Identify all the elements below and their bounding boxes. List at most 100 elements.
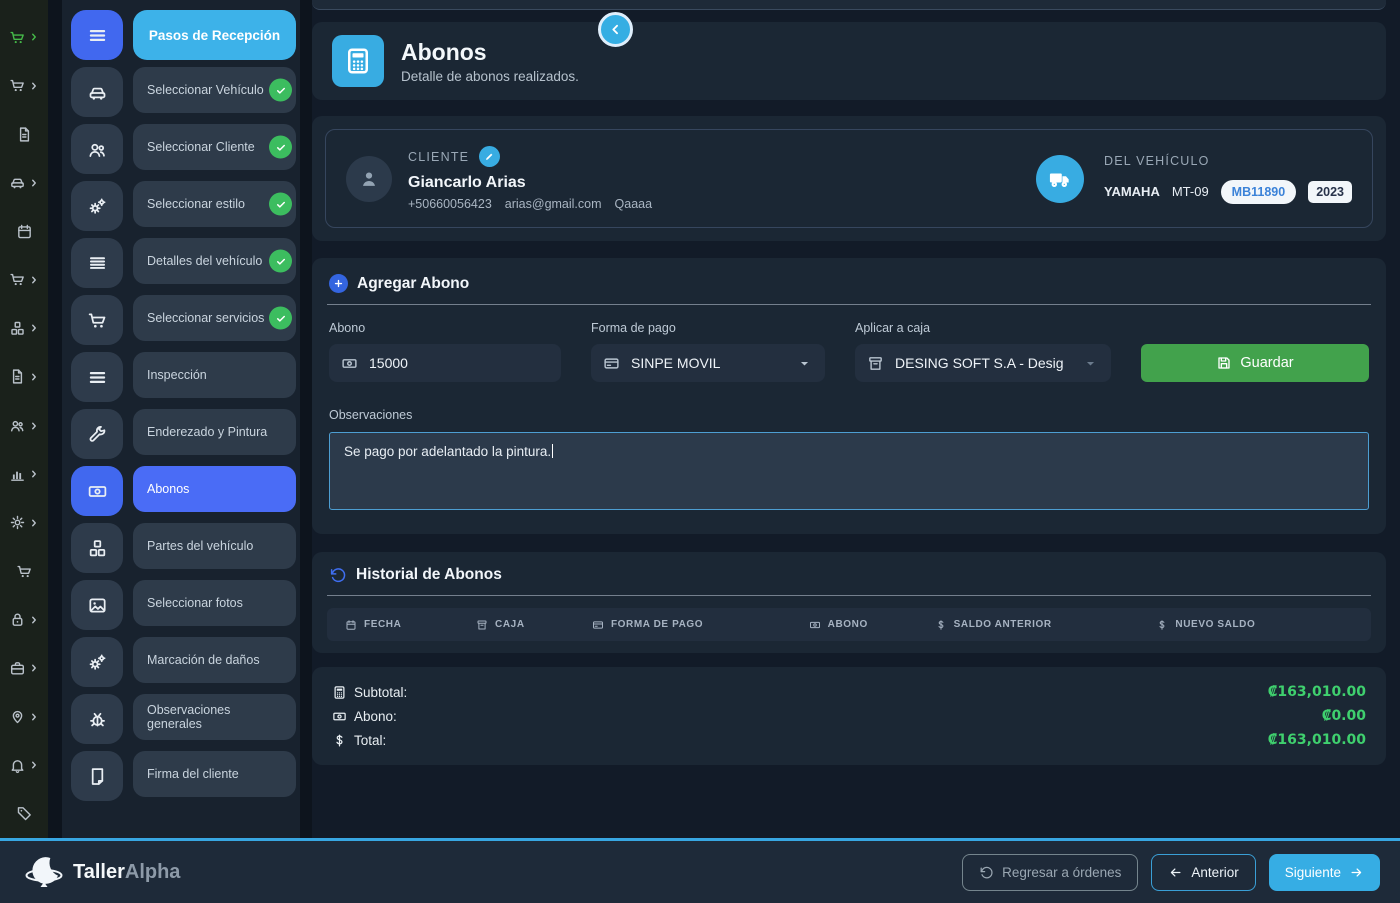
cubes-icon: [9, 320, 26, 337]
amount-label: Abono: [329, 321, 561, 335]
rail-item-4-calendar[interactable]: [0, 207, 48, 256]
step-item-11[interactable]: Observaciones generales: [133, 694, 296, 740]
money-icon: [332, 709, 347, 724]
step-icon-button-gears[interactable]: [71, 181, 123, 231]
step-item-4[interactable]: Seleccionar servicios: [133, 295, 296, 341]
step-item-6[interactable]: Enderezado y Pintura: [133, 409, 296, 455]
step-item-0[interactable]: Seleccionar Vehículo: [133, 67, 296, 113]
step-icon-button-image[interactable]: [71, 580, 123, 630]
rail-item-12-lock[interactable]: [0, 595, 48, 644]
total-row-total: Total:₡163,010.00: [332, 728, 1366, 752]
brand-text: TallerAlpha: [73, 861, 180, 884]
rail-item-13-briefcase[interactable]: [0, 644, 48, 693]
step-item-9[interactable]: Seleccionar fotos: [133, 580, 296, 626]
client-phone: +50660056423: [408, 197, 492, 211]
rail-item-1-cart[interactable]: [0, 62, 48, 111]
cashbox-value: DESING SOFT S.A - Design ...: [895, 355, 1063, 371]
rail-item-5-cart[interactable]: [0, 256, 48, 305]
client-email: arias@gmail.com: [505, 197, 602, 211]
client-contacts: +50660056423 arias@gmail.com Qaaaa: [408, 197, 652, 211]
footer-button-label: Anterior: [1191, 865, 1238, 880]
step-item-1[interactable]: Seleccionar Cliente: [133, 124, 296, 170]
step-icon-button-wrench[interactable]: [71, 409, 123, 459]
total-value: ₡0.00: [1322, 708, 1366, 724]
step-item-5[interactable]: Inspección: [133, 352, 296, 398]
step-icon-button-list[interactable]: [71, 238, 123, 288]
users-icon: [87, 139, 108, 160]
total-value: ₡163,010.00: [1268, 732, 1366, 748]
archive-icon: [867, 355, 884, 372]
footer-buttons: Regresar a órdenes Anterior Siguiente: [962, 854, 1380, 891]
step-icon-button-cubes[interactable]: [71, 523, 123, 573]
regresar-a-rdenes-button[interactable]: Regresar a órdenes: [962, 854, 1138, 891]
step-label: Seleccionar estilo: [147, 197, 245, 211]
save-button[interactable]: Guardar: [1141, 344, 1369, 382]
history-icon: [329, 566, 347, 584]
rail-item-10-gear[interactable]: [0, 498, 48, 547]
add-payment-card: Agregar Abono Abono 15000 Forma de pago …: [312, 258, 1386, 534]
rail-item-11-cart[interactable]: [0, 547, 48, 596]
step-icon-button-car[interactable]: [71, 67, 123, 117]
step-icon-column: [71, 10, 123, 838]
calculator-icon: [343, 46, 373, 76]
main-content: Abonos Detalle de abonos realizados. CLI…: [312, 0, 1400, 838]
page-subtitle: Detalle de abonos realizados.: [401, 69, 579, 84]
anterior-button[interactable]: Anterior: [1151, 854, 1255, 891]
step-icon-button-users[interactable]: [71, 124, 123, 174]
rail-item-8-users[interactable]: [0, 401, 48, 450]
step-icon-button-gears[interactable]: [71, 637, 123, 687]
dollar-icon: [1156, 619, 1168, 631]
rail-item-6-cubes[interactable]: [0, 304, 48, 353]
step-label: Seleccionar fotos: [147, 596, 243, 610]
check-icon: [275, 84, 287, 96]
notes-value: Se pago por adelantado la pintura.: [344, 444, 551, 459]
amount-input[interactable]: 15000: [329, 344, 561, 382]
step-item-7[interactable]: Abonos: [133, 466, 296, 512]
rail-item-15-bell[interactable]: [0, 741, 48, 790]
step-item-10[interactable]: Marcación de daños: [133, 637, 296, 683]
rail-item-3-car[interactable]: [0, 159, 48, 208]
step-label: Partes del vehículo: [147, 539, 253, 553]
rail-item-14-pin[interactable]: [0, 692, 48, 741]
check-icon: [275, 198, 287, 210]
step-label: Marcación de daños: [147, 653, 260, 667]
caret-down-icon: [1082, 355, 1099, 372]
step-item-8[interactable]: Partes del vehículo: [133, 523, 296, 569]
rail-item-16-tag[interactable]: [0, 790, 48, 839]
step-icon-button-cart[interactable]: [71, 295, 123, 345]
rail-item-9-chart[interactable]: [0, 450, 48, 499]
reception-steps-sidebar: Pasos de RecepciónSeleccionar VehículoSe…: [62, 0, 300, 838]
rail-gap: [48, 0, 62, 838]
step-done-badge: [269, 307, 292, 330]
payment-method-value: SINPE MOVIL: [631, 355, 720, 371]
notes-textarea[interactable]: Se pago por adelantado la pintura.: [329, 432, 1369, 510]
step-icon-button-note[interactable]: [71, 751, 123, 801]
total-label: Abono:: [332, 709, 397, 724]
history-column-label: NUEVO SALDO: [1175, 619, 1255, 630]
chevron-right-icon: [29, 518, 39, 528]
add-payment-title: Agregar Abono: [357, 275, 469, 293]
collapse-sidebar-button[interactable]: [598, 12, 633, 47]
rail-item-2-file[interactable]: [0, 110, 48, 159]
client-section-label: CLIENTE: [408, 150, 469, 164]
tag-icon: [16, 805, 33, 822]
edit-client-button[interactable]: [479, 146, 500, 167]
rail-item-0-cart[interactable]: [0, 13, 48, 62]
calendar-icon: [345, 619, 357, 631]
total-row-abono: Abono: ₡0.00: [332, 704, 1366, 728]
siguiente-button[interactable]: Siguiente: [1269, 854, 1380, 891]
step-item-3[interactable]: Detalles del vehículo: [133, 238, 296, 284]
rail-item-7-file[interactable]: [0, 353, 48, 402]
step-icon-button-money[interactable]: [71, 466, 123, 516]
history-icon: [979, 865, 994, 880]
history-column-label: FORMA DE PAGO: [611, 619, 703, 630]
step-item-2[interactable]: Seleccionar estilo: [133, 181, 296, 227]
steps-menu-button[interactable]: [71, 10, 123, 60]
client-note: Qaaaa: [615, 197, 653, 211]
total-row-subtotal: Subtotal:₡163,010.00: [332, 680, 1366, 704]
cashbox-select[interactable]: DESING SOFT S.A - Design ...: [855, 344, 1111, 382]
step-item-12[interactable]: Firma del cliente: [133, 751, 296, 797]
step-icon-button-menu[interactable]: [71, 352, 123, 402]
step-icon-button-bug[interactable]: [71, 694, 123, 744]
payment-method-select[interactable]: SINPE MOVIL: [591, 344, 825, 382]
